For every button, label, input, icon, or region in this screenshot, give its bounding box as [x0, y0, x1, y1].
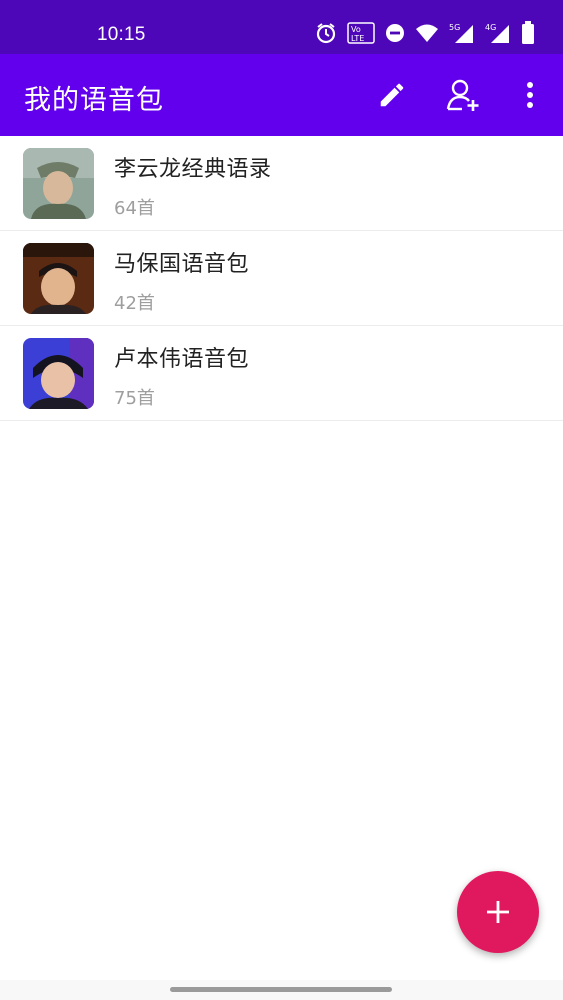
- plus-icon: [487, 901, 509, 923]
- svg-text:LTE: LTE: [351, 34, 364, 43]
- gesture-handle[interactable]: [170, 987, 392, 992]
- more-vert-icon: [527, 82, 533, 108]
- item-count: 75首: [114, 388, 155, 409]
- status-time: 10:15: [97, 24, 146, 45]
- svg-text:Vo: Vo: [351, 25, 361, 34]
- avatar: [23, 148, 94, 219]
- battery-icon: [521, 21, 535, 49]
- status-bar: 10:15 Vo LTE 5G 4G: [0, 0, 563, 54]
- add-voice-pack-button[interactable]: [457, 871, 539, 953]
- list-item[interactable]: 卢本伟语音包 75首: [0, 326, 563, 421]
- status-icons: Vo LTE 5G 4G: [315, 21, 535, 49]
- list-item[interactable]: 李云龙经典语录 64首: [0, 136, 563, 231]
- item-count: 42首: [114, 293, 155, 314]
- page-title: 我的语音包: [24, 85, 164, 116]
- item-title: 马保国语音包: [114, 252, 250, 277]
- signal-4g-icon: 4G: [485, 22, 511, 48]
- dnd-icon: [385, 23, 405, 47]
- item-title: 李云龙经典语录: [114, 157, 272, 182]
- avatar: [23, 338, 94, 409]
- add-user-icon: [446, 79, 479, 111]
- signal-5g-icon: 5G: [449, 22, 475, 48]
- net-4g-label: 4G: [485, 23, 496, 32]
- edit-button[interactable]: [374, 77, 410, 113]
- navigation-bar: [0, 980, 563, 1000]
- add-user-button[interactable]: [446, 77, 482, 113]
- app-bar: 我的语音包: [0, 54, 563, 136]
- alarm-icon: [315, 22, 337, 48]
- net-5g-label: 5G: [449, 23, 460, 32]
- item-count: 64首: [114, 198, 155, 219]
- avatar: [23, 243, 94, 314]
- item-title: 卢本伟语音包: [114, 347, 250, 372]
- list-item[interactable]: 马保国语音包 42首: [0, 231, 563, 326]
- voice-pack-list: 李云龙经典语录 64首 马保国语音包 42首 卢本伟语音包 75首: [0, 136, 563, 421]
- edit-icon: [380, 83, 404, 107]
- more-options-button[interactable]: [512, 77, 548, 113]
- volte-icon: Vo LTE: [347, 22, 375, 48]
- wifi-icon: [415, 23, 439, 47]
